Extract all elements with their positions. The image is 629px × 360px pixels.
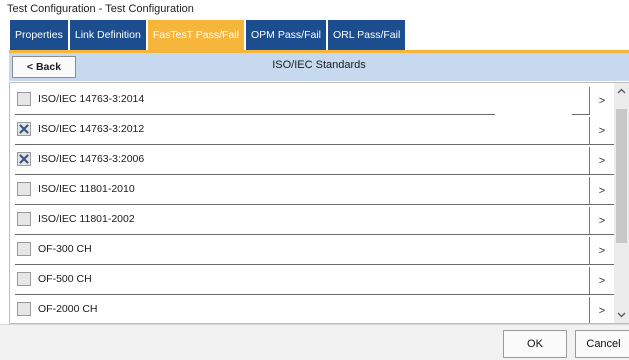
list-item[interactable]: ISO/IEC 14763-3:2014 > <box>10 85 614 115</box>
window-title: Test Configuration - Test Configuration <box>7 3 194 15</box>
list-item[interactable]: ISO/IEC 14763-3:2012 > <box>10 115 614 145</box>
checkbox[interactable] <box>17 182 31 196</box>
header-bar: < Back ISO/IEC Standards <box>9 53 629 81</box>
tab-link-definition[interactable]: Link Definition <box>69 20 146 50</box>
list-item[interactable]: OF-300 CH > <box>10 235 614 265</box>
scroll-thumb[interactable] <box>616 109 627 243</box>
vertical-scrollbar[interactable] <box>614 83 629 323</box>
row-detail-button[interactable]: > <box>589 177 614 204</box>
checkbox-checked[interactable] <box>17 152 31 166</box>
checkbox-checked[interactable] <box>17 122 31 136</box>
standard-label: ISO/IEC 11801-2010 <box>38 183 135 195</box>
standard-label: OF-300 CH <box>38 243 92 255</box>
standard-label: ISO/IEC 14763-3:2012 <box>38 123 145 135</box>
x-mark-icon <box>19 124 29 134</box>
tab-orl-pass-fail[interactable]: ORL Pass/Fail <box>328 20 406 50</box>
standard-label: ISO/IEC 11801-2002 <box>38 213 135 225</box>
checkbox[interactable] <box>17 212 31 226</box>
chevron-up-icon <box>617 88 626 94</box>
checkbox[interactable] <box>17 242 31 256</box>
standard-label: ISO/IEC 14763-3:2014 <box>38 93 145 105</box>
chevron-down-icon <box>617 312 626 318</box>
row-detail-button[interactable]: > <box>589 267 614 294</box>
list-item[interactable]: OF-500 CH > <box>10 265 614 295</box>
checkbox[interactable] <box>17 272 31 286</box>
scroll-down-button[interactable] <box>614 307 629 323</box>
row-detail-button[interactable]: > <box>589 297 614 323</box>
list-item[interactable]: OF-2000 CH > <box>10 295 614 323</box>
x-mark-icon <box>19 154 29 164</box>
page-title: ISO/IEC Standards <box>272 59 366 71</box>
list-item[interactable]: ISO/IEC 11801-2002 > <box>10 205 614 235</box>
cancel-button[interactable]: Cancel <box>575 330 629 358</box>
ok-button[interactable]: OK <box>503 330 567 358</box>
dialog-footer: OK Cancel <box>0 324 629 360</box>
row-detail-button[interactable]: > <box>589 207 614 234</box>
row-detail-button[interactable]: > <box>589 147 614 174</box>
tab-properties[interactable]: Properties <box>10 20 68 50</box>
tab-bar: Properties Link Definition FasTesT Pass/… <box>10 20 407 50</box>
tab-opm-pass-fail[interactable]: OPM Pass/Fail <box>245 20 326 50</box>
scroll-up-button[interactable] <box>614 83 629 99</box>
list-item[interactable]: ISO/IEC 11801-2010 > <box>10 175 614 205</box>
checkbox[interactable] <box>17 302 31 316</box>
standard-label: OF-500 CH <box>38 273 92 285</box>
list-item[interactable]: ISO/IEC 14763-3:2006 > <box>10 145 614 175</box>
checkbox[interactable] <box>17 92 31 106</box>
standard-label: ISO/IEC 14763-3:2006 <box>38 153 145 165</box>
standards-list: ISO/IEC 14763-3:2014 > ISO/IEC 14763-3:2… <box>9 82 629 324</box>
standard-label: OF-2000 CH <box>38 303 98 315</box>
row-detail-button[interactable]: > <box>589 87 614 114</box>
tab-fastest-pass-fail[interactable]: FasTesT Pass/Fail <box>147 20 244 50</box>
row-detail-button[interactable]: > <box>589 237 614 264</box>
row-detail-button[interactable]: > <box>589 117 614 144</box>
